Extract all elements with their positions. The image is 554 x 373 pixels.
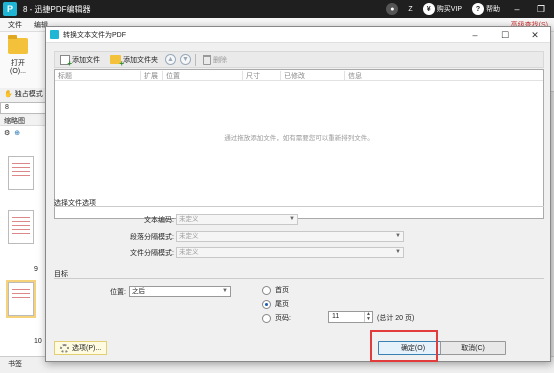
titlebar-right: ● Z ¥ 购买VIP ? 帮助 – ❐ — [386, 0, 554, 18]
delete-button[interactable]: 删除 — [200, 53, 230, 67]
text-encoding-value: 未定义 — [179, 216, 199, 223]
chevron-down-icon: ▼ — [395, 233, 401, 239]
thumbnail-page-number: 9 — [34, 266, 38, 273]
thumbnail-settings-icon[interactable]: ⚙ — [4, 129, 10, 137]
vip-label: 购买VIP — [436, 6, 462, 13]
add-file-icon — [60, 54, 72, 68]
move-up-icon[interactable]: ▲ — [165, 54, 176, 65]
position-value: 之后 — [132, 288, 145, 295]
paragraph-mode-label: 段落分隔模式: — [130, 233, 174, 241]
text-encoding-label: 文本编码: — [144, 216, 174, 224]
move-down-icon[interactable]: ▼ — [180, 54, 191, 65]
help-button[interactable]: ? 帮助 — [472, 3, 500, 15]
add-folder-button[interactable]: 添加文件夹 — [107, 53, 161, 68]
column-location[interactable]: 位置 — [163, 71, 243, 81]
help-label: 帮助 — [486, 6, 500, 13]
dialog-toolbar: 添加文件 添加文件夹 ▲ ▼ 删除 — [54, 51, 544, 68]
page-thumbnail[interactable] — [8, 156, 34, 190]
radio-first-label: 首页 — [275, 287, 289, 294]
text-encoding-row: 文本编码: 未定义 ▼ — [106, 214, 298, 225]
page-number-value: 11 — [332, 313, 340, 320]
open-label: 打开(O)... — [10, 60, 26, 75]
chevron-down-icon: ▼ — [395, 249, 401, 255]
position-row: 位置: 之后 ▼ — [86, 286, 231, 297]
dialog-maximize-button[interactable]: ☐ — [490, 27, 520, 43]
file-list-empty-hint: 通过拖放添加文件，如有需要您可以重新排列文件。 — [224, 135, 374, 142]
chevron-down-icon: ▼ — [289, 216, 295, 222]
radio-first-page[interactable]: 首页 — [262, 285, 289, 295]
radio-first-button — [262, 285, 271, 295]
toolbar-divider — [195, 53, 196, 66]
user-initial[interactable]: Z — [408, 6, 412, 13]
app-title: 8 - 迅捷PDF编辑器 — [23, 4, 91, 14]
paragraph-mode-value: 未定义 — [179, 233, 199, 240]
add-file-button[interactable]: 添加文件 — [57, 53, 103, 68]
dialog-close-button[interactable]: ✕ — [520, 27, 550, 43]
thumbnail-tools: ⚙ ⊕ — [0, 126, 51, 140]
thumbnail-page-number: 10 — [34, 338, 42, 345]
app-logo: P — [3, 2, 17, 16]
radio-last-button — [262, 299, 271, 309]
page-number-stepper[interactable]: 11 ▲ ▼ — [328, 311, 373, 323]
column-extension[interactable]: 扩展 — [141, 71, 163, 81]
page-thumbnail[interactable] — [8, 210, 34, 244]
paragraph-mode-row: 段落分隔模式: 未定义 ▼ — [106, 231, 404, 242]
notification-icon[interactable]: ● — [386, 3, 399, 15]
add-folder-icon — [110, 55, 124, 68]
file-list-header: 标题 扩展 位置 尺寸 已修改 信息 — [55, 70, 543, 81]
file-separator-select[interactable]: 未定义 ▼ — [176, 247, 404, 258]
file-list[interactable]: 标题 扩展 位置 尺寸 已修改 信息 通过拖放添加文件，如有需要您可以重新排列文… — [54, 69, 544, 219]
options-label: 选项(P)... — [72, 345, 102, 352]
delete-label: 删除 — [213, 56, 227, 64]
thumbnail-header: 缩略图 — [0, 116, 51, 126]
zoom-in-icon[interactable]: ⊕ — [14, 129, 20, 137]
yen-icon: ¥ — [422, 3, 435, 15]
file-separator-row: 文件分隔模式: 未定义 ▼ — [106, 247, 404, 258]
radio-page-number[interactable]: 页码: — [262, 313, 291, 323]
app-restore-button[interactable]: ❐ — [534, 4, 548, 15]
gear-icon — [60, 343, 69, 353]
page-thumbnail-selected[interactable] — [6, 280, 36, 318]
text-encoding-select[interactable]: 未定义 ▼ — [176, 214, 298, 225]
radio-last-label: 尾页 — [275, 301, 289, 308]
target-divider — [54, 278, 544, 279]
radio-page-button — [262, 313, 271, 323]
position-label: 位置: — [110, 288, 126, 296]
radio-last-page[interactable]: 尾页 — [262, 299, 289, 309]
file-separator-value: 未定义 — [179, 249, 199, 256]
app-titlebar: P 8 - 迅捷PDF编辑器 ● Z ¥ 购买VIP ? 帮助 – ❐ — [0, 0, 554, 18]
paragraph-mode-select[interactable]: 未定义 ▼ — [176, 231, 404, 242]
add-folder-label: 添加文件夹 — [123, 56, 158, 64]
dialog-minimize-button[interactable]: – — [460, 27, 490, 43]
cancel-button[interactable]: 取消(C) — [440, 341, 506, 355]
menu-file[interactable]: 文件 — [8, 20, 22, 30]
column-title[interactable]: 标题 — [55, 71, 141, 81]
help-icon: ? — [472, 3, 484, 15]
convert-text-dialog: 转换文本文件为PDF – ☐ ✕ 添加文件 添加文件夹 ▲ ▼ 删除 标题 扩展… — [45, 26, 551, 362]
total-pages-text: (总计 20 页) — [377, 315, 415, 322]
bookmark-tab[interactable]: 书签 — [8, 359, 22, 369]
column-size[interactable]: 尺寸 — [243, 71, 281, 81]
open-button[interactable]: 打开(O)... — [4, 35, 32, 75]
hand-icon: ✋ — [4, 91, 13, 98]
highlight-frame — [370, 330, 438, 362]
dialog-app-icon — [50, 30, 59, 39]
options-button[interactable]: 选项(P)... — [54, 341, 108, 355]
file-separator-label: 文件分隔模式: — [130, 249, 174, 257]
exclusive-mode-label: 独占模式 — [14, 91, 43, 98]
dialog-title: 转换文本文件为PDF — [63, 31, 126, 39]
stepper-arrows-icon[interactable]: ▲ ▼ — [364, 312, 372, 322]
position-select[interactable]: 之后 ▼ — [129, 286, 231, 297]
file-options-divider — [54, 206, 544, 207]
folder-icon — [8, 35, 28, 54]
add-file-label: 添加文件 — [72, 56, 100, 64]
radio-page-label: 页码: — [275, 315, 291, 322]
trash-icon — [203, 54, 211, 65]
vip-button[interactable]: ¥ 购买VIP — [422, 3, 462, 15]
column-modified[interactable]: 已修改 — [281, 71, 345, 81]
column-info[interactable]: 信息 — [345, 71, 545, 81]
chevron-down-icon: ▼ — [222, 288, 228, 294]
app-minimize-button[interactable]: – — [510, 4, 524, 14]
